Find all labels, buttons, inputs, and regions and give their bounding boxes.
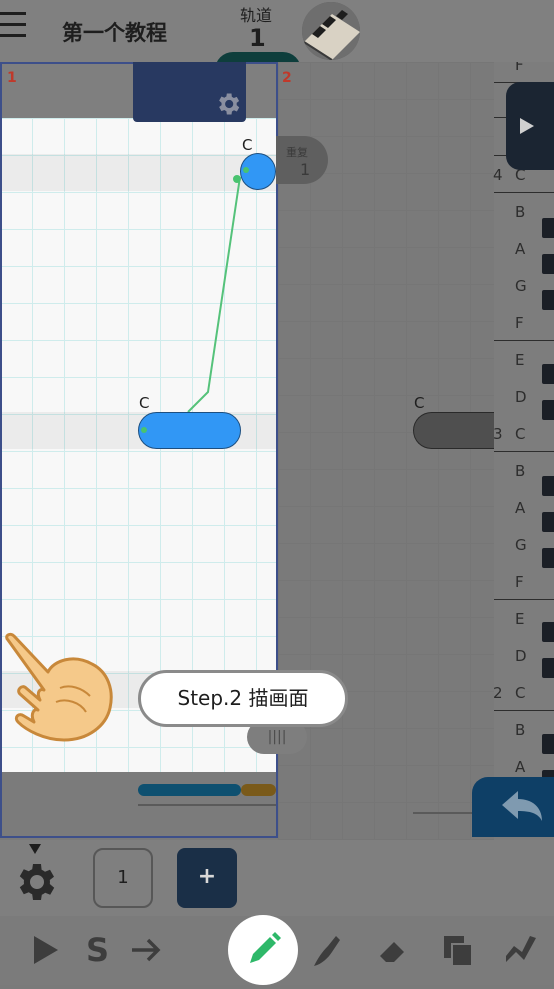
octave-label: 3 [493, 425, 503, 443]
key-label: F [515, 62, 524, 74]
piano-keyboard[interactable]: F C B A G F E D C B A G F E D C B A [494, 62, 554, 840]
select-tool-icon[interactable] [502, 930, 538, 970]
key-label: B [515, 203, 526, 221]
key-label: E [515, 610, 525, 628]
eraser-icon[interactable] [374, 930, 410, 970]
clip-bar [138, 784, 241, 796]
note-anchor-dot [243, 167, 249, 173]
brush-icon[interactable] [308, 930, 344, 970]
octave-label: 2 [493, 684, 503, 702]
note-label: C [414, 394, 425, 412]
key-label: F [515, 314, 524, 332]
clip-line [138, 804, 276, 806]
key-label: A [515, 499, 526, 517]
arrow-right-icon[interactable] [128, 930, 164, 970]
octave-label: 4 [493, 166, 503, 184]
clip-bar-marker [241, 784, 276, 796]
key-label: G [515, 277, 527, 295]
key-label: D [515, 647, 527, 665]
key-label: A [515, 758, 526, 776]
s-mode-button[interactable]: S [86, 930, 122, 970]
play-icon[interactable] [506, 82, 554, 170]
copy-icon[interactable] [440, 930, 476, 970]
hand-pointer-icon [0, 630, 120, 745]
key-label: C [515, 425, 526, 443]
note-connection-line [187, 176, 241, 413]
note-anchor-dot[interactable] [233, 175, 241, 183]
key-label: B [515, 462, 526, 480]
key-label: G [515, 536, 527, 554]
note-c-long[interactable] [138, 412, 241, 449]
play-icon[interactable] [28, 930, 64, 970]
undo-button[interactable] [472, 777, 554, 837]
pen-tool-button[interactable] [228, 915, 298, 985]
note-label: C [139, 394, 150, 412]
key-label: D [515, 388, 527, 406]
key-label: A [515, 240, 526, 258]
bottom-toolbar-top [0, 840, 554, 918]
tutorial-tooltip: Step.2 描画面 [138, 670, 348, 727]
note-label: C [242, 136, 253, 154]
add-button[interactable]: + [177, 848, 237, 908]
key-label: E [515, 351, 525, 369]
measure-count-box[interactable]: 1 [93, 848, 153, 908]
key-label: F [515, 573, 524, 591]
key-label: C [515, 684, 526, 702]
settings-gear-icon[interactable] [10, 844, 60, 912]
clip-line [413, 812, 473, 814]
key-label: B [515, 721, 526, 739]
note-c-panel2[interactable] [413, 412, 503, 449]
note-anchor-dot [141, 427, 147, 433]
